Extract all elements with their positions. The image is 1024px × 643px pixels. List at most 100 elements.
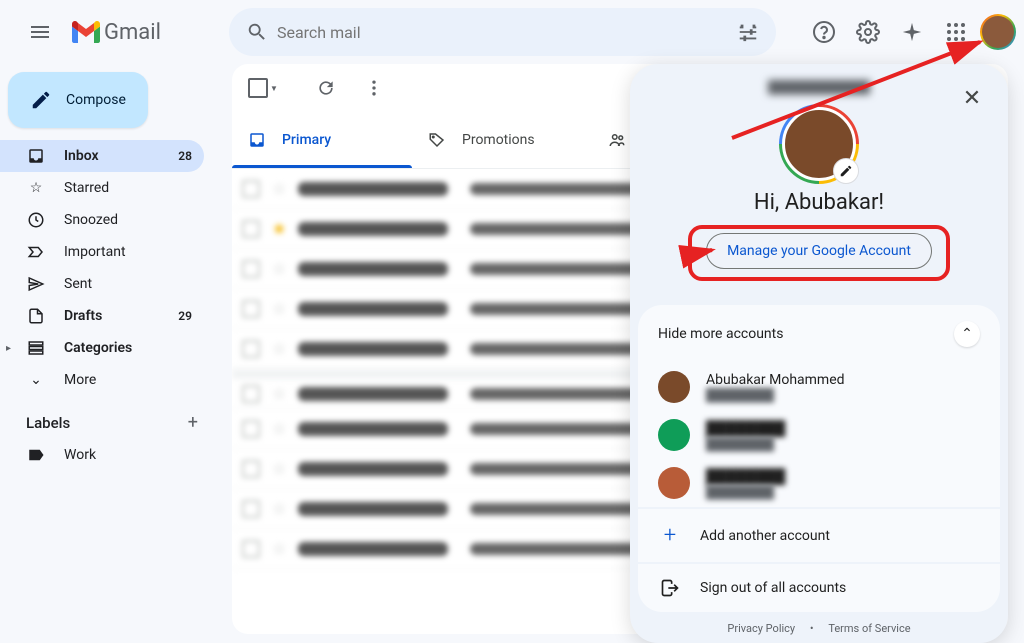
inbox-icon — [248, 131, 266, 149]
important-icon — [26, 242, 46, 262]
nav-count: 29 — [178, 309, 192, 323]
pencil-icon — [839, 164, 853, 178]
nav-label: Important — [64, 244, 126, 260]
send-icon — [26, 274, 46, 294]
sidebar-item-sent[interactable]: Sent — [0, 268, 204, 300]
header: Gmail — [0, 0, 1024, 64]
nav-count: 28 — [178, 149, 192, 163]
hide-label: Hide more accounts — [658, 326, 783, 342]
account-avatar-icon — [658, 371, 690, 403]
nav-label: Inbox — [64, 148, 99, 164]
categories-expand-icon[interactable]: ▸ — [6, 343, 18, 354]
manage-account-button[interactable]: Manage your Google Account — [706, 233, 932, 269]
search-button[interactable] — [237, 12, 277, 52]
labels-header: Labels + — [0, 396, 216, 439]
search-input[interactable] — [277, 23, 728, 42]
tab-label: Primary — [282, 132, 331, 148]
greeting-text: Hi, Abubakar! — [638, 190, 1000, 215]
sidebar-item-inbox[interactable]: Inbox 28 — [0, 140, 204, 172]
sidebar-item-drafts[interactable]: Drafts 29 — [0, 300, 204, 332]
nav-label: Sent — [64, 276, 92, 292]
policy-links: Privacy Policy • Terms of Service — [638, 612, 1000, 635]
account-switcher-panel: ✕ ████████████ Hi, Abubakar! Manage your… — [630, 64, 1008, 643]
chevron-down-icon: ⌄ — [26, 370, 46, 390]
manage-label: Manage your Google Account — [727, 243, 911, 259]
sidebar-item-snoozed[interactable]: Snoozed — [0, 204, 204, 236]
privacy-link[interactable]: Privacy Policy — [727, 622, 795, 635]
labels-title: Labels — [26, 414, 70, 432]
account-item[interactable]: Abubakar Mohammed████████ — [638, 363, 1000, 411]
gmail-m-icon — [72, 21, 100, 43]
refresh-button[interactable] — [306, 68, 346, 108]
account-email: ████████ — [706, 437, 785, 451]
hide-accounts-toggle[interactable]: Hide more accounts ⌃ — [638, 305, 1000, 363]
header-right — [784, 12, 1016, 52]
clock-icon — [26, 210, 46, 230]
nav-label: Categories — [64, 340, 132, 356]
gmail-logo[interactable]: Gmail — [72, 20, 161, 45]
account-avatar[interactable] — [980, 14, 1016, 50]
tab-promotions[interactable]: Promotions — [412, 112, 592, 168]
google-apps-button[interactable] — [936, 12, 976, 52]
star-icon: ☆ — [26, 178, 46, 198]
sidebar-label-work[interactable]: Work — [0, 439, 204, 471]
account-avatar-icon — [658, 419, 690, 451]
sidebar-item-important[interactable]: Important — [0, 236, 204, 268]
account-name: ████████ — [706, 420, 785, 437]
sidebar-item-more[interactable]: ⌄ More — [0, 364, 204, 396]
add-account-label: Add another account — [700, 528, 830, 544]
gmail-wordmark: Gmail — [104, 20, 161, 45]
label-icon — [26, 445, 46, 465]
inbox-icon — [26, 146, 46, 166]
nav-label: Snoozed — [64, 212, 118, 228]
gemini-button[interactable] — [892, 12, 932, 52]
compose-button[interactable]: Compose — [8, 72, 148, 128]
sign-out-icon — [658, 578, 682, 598]
refresh-icon — [316, 78, 336, 98]
sidebar-item-categories[interactable]: Categories — [18, 332, 204, 364]
more-vertical-icon — [364, 78, 384, 98]
support-button[interactable] — [804, 12, 844, 52]
help-icon — [812, 20, 836, 44]
file-icon — [26, 306, 46, 326]
account-name: Abubakar Mohammed — [706, 372, 845, 388]
plus-icon: + — [658, 523, 682, 548]
add-label-button[interactable]: + — [188, 412, 198, 433]
account-item[interactable]: ████████████████ — [638, 411, 1000, 459]
separator: • — [810, 622, 814, 635]
tab-label: Promotions — [462, 132, 535, 148]
annotation-highlight-2: Manage your Google Account — [688, 225, 950, 281]
nav-label: More — [64, 372, 96, 388]
nav-label: Drafts — [64, 308, 102, 324]
apps-grid-icon — [946, 22, 966, 42]
sign-out-label: Sign out of all accounts — [700, 580, 846, 596]
terms-link[interactable]: Terms of Service — [828, 622, 910, 635]
search-icon — [246, 21, 268, 43]
tab-primary[interactable]: Primary — [232, 112, 412, 168]
edit-avatar-button[interactable] — [833, 158, 859, 184]
sidebar-item-starred[interactable]: ☆ Starred — [0, 172, 204, 204]
account-email: ████████ — [706, 485, 785, 499]
account-email: ████████ — [706, 388, 845, 402]
gear-icon — [856, 20, 880, 44]
chevron-down-icon: ▼ — [270, 84, 278, 93]
select-all-checkbox[interactable]: ▼ — [244, 74, 282, 102]
people-icon — [608, 131, 626, 149]
add-account-button[interactable]: + Add another account — [638, 507, 1000, 562]
account-name: ████████ — [706, 468, 785, 485]
account-avatar-icon — [658, 467, 690, 499]
tune-icon — [737, 21, 759, 43]
categories-icon — [26, 338, 46, 358]
compose-label: Compose — [66, 92, 126, 108]
sidebar: Compose Inbox 28 ☆ Starred Snoozed Impor… — [0, 64, 216, 479]
label-text: Work — [64, 447, 96, 463]
settings-button[interactable] — [848, 12, 888, 52]
sparkle-icon — [901, 21, 923, 43]
account-item[interactable]: ████████████████ — [638, 459, 1000, 507]
search-bar[interactable] — [229, 8, 776, 56]
profile-avatar[interactable] — [779, 104, 859, 184]
search-options-button[interactable] — [728, 12, 768, 52]
sign-out-button[interactable]: Sign out of all accounts — [638, 562, 1000, 612]
more-options-button[interactable] — [354, 68, 394, 108]
main-menu-button[interactable] — [16, 8, 64, 56]
